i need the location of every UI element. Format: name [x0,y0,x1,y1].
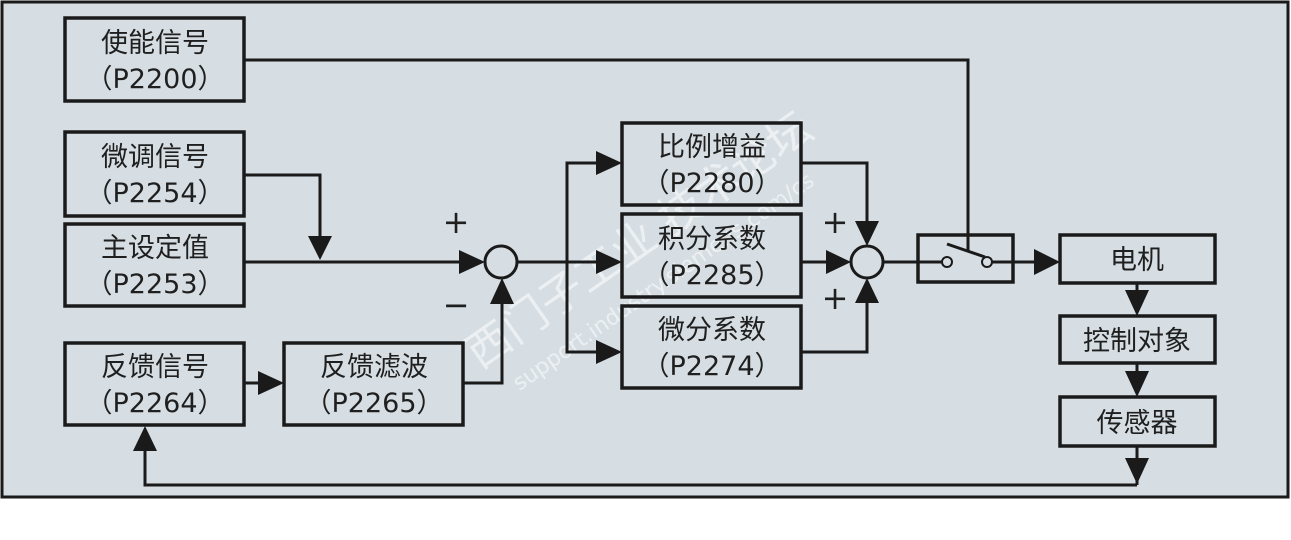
sum2-plus-bottom-sign: + [822,279,849,317]
svg-text:主设定值: 主设定值 [101,233,209,264]
sum2-plus-top-sign: + [822,203,849,241]
svg-text:（P2274）: （P2274） [643,351,782,382]
svg-text:（P2280）: （P2280） [643,168,782,199]
svg-text:反馈滤波: 反馈滤波 [320,352,428,383]
svg-text:（P2253）: （P2253） [86,269,225,300]
svg-text:使能信号: 使能信号 [101,28,209,59]
svg-text:比例增益: 比例增益 [658,132,766,163]
svg-text:传感器: 传感器 [1097,408,1178,439]
svg-text:（P2264）: （P2264） [86,388,225,419]
svg-text:反馈信号: 反馈信号 [101,352,209,383]
svg-text:（P2285）: （P2285） [643,260,782,291]
svg-text:微调信号: 微调信号 [101,142,209,173]
svg-text:（P2200）: （P2200） [86,64,225,95]
svg-text:（P2254）: （P2254） [86,178,225,209]
svg-text:积分系数: 积分系数 [658,224,766,255]
pid-control-diagram: 西门子工业 技术论坛 support.industry.siemens.com/… [0,0,1290,499]
sum1-minus-sign: − [443,286,470,324]
sum1-plus-sign: + [443,203,470,241]
svg-text:电机: 电机 [1110,245,1164,276]
svg-text:（P2265）: （P2265） [305,388,444,419]
svg-text:微分系数: 微分系数 [658,315,766,346]
svg-text:控制对象: 控制对象 [1083,326,1191,357]
